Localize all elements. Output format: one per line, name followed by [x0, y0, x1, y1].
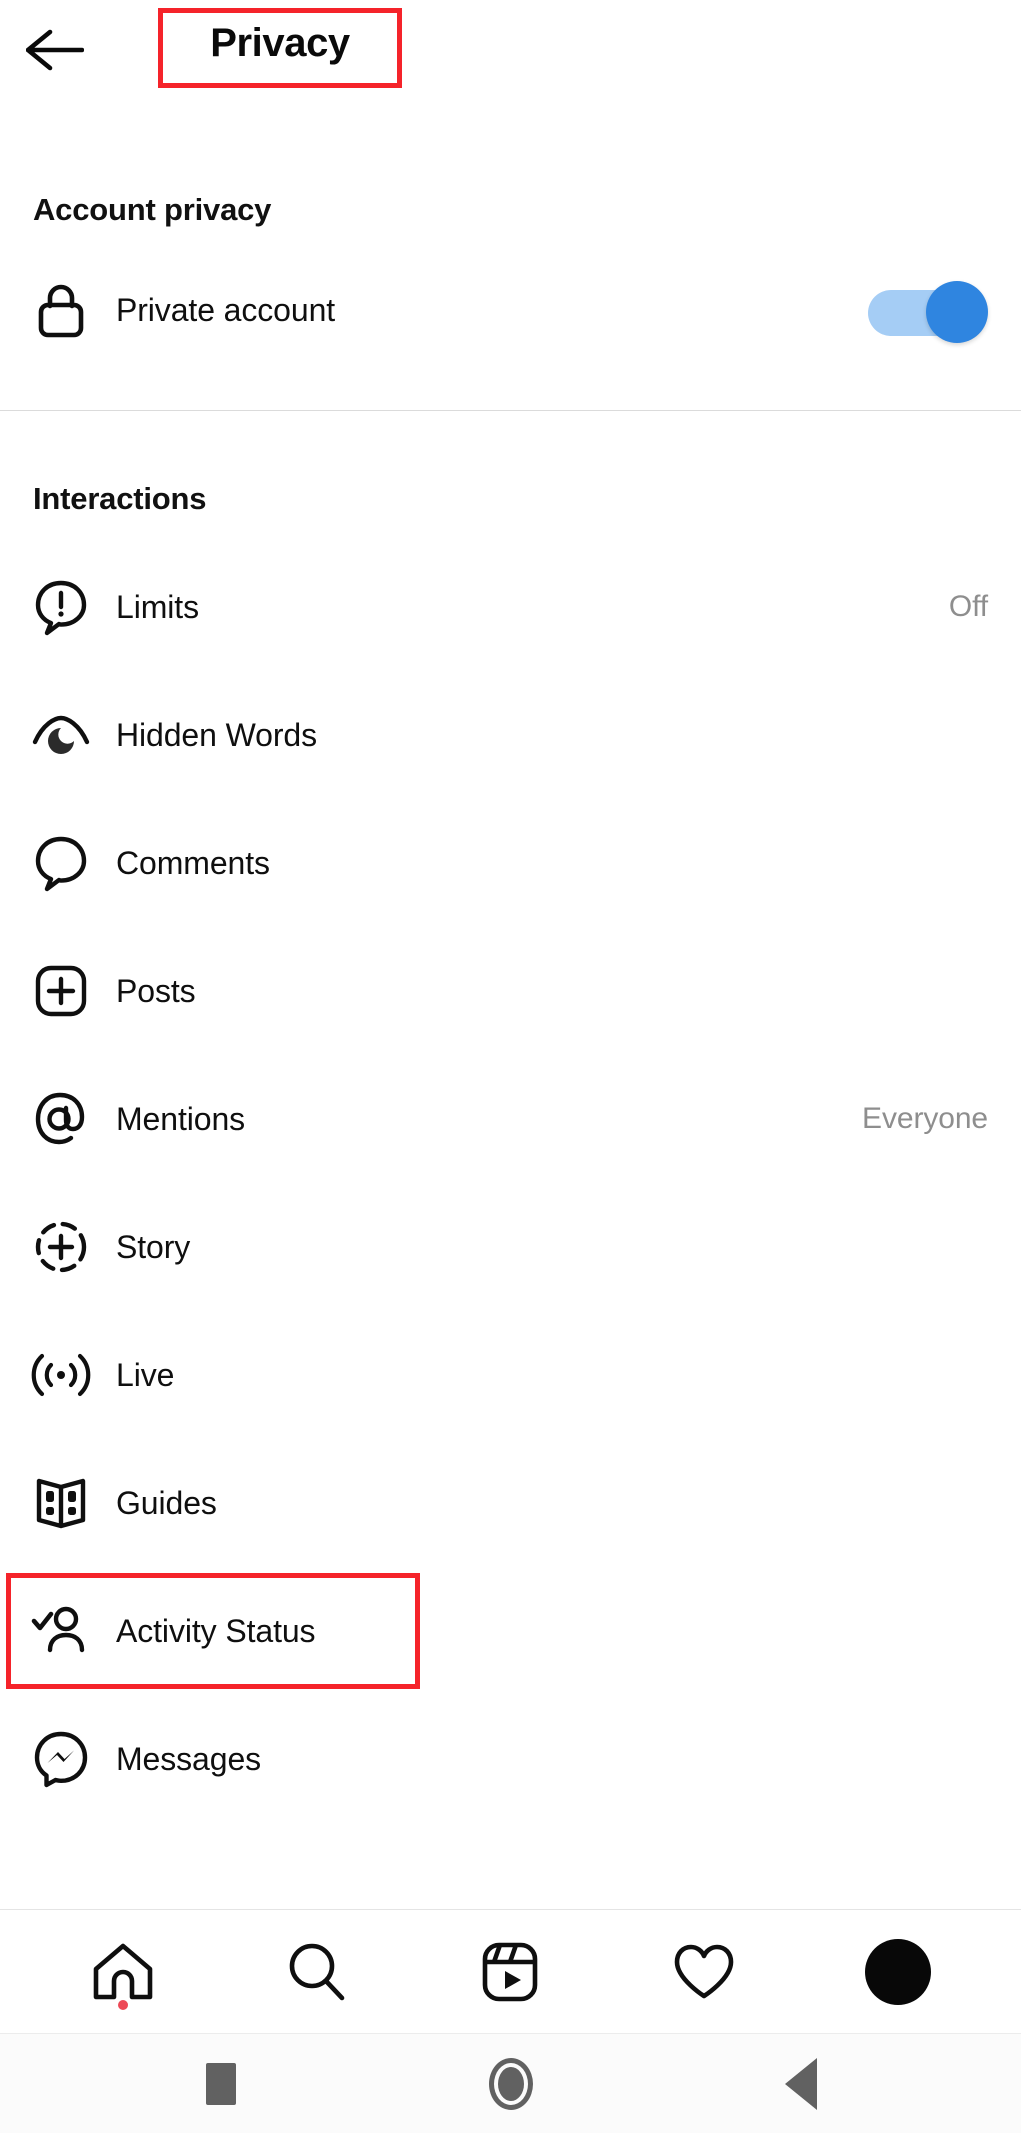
plus-square-icon [33, 963, 89, 1019]
row-value: Off [948, 590, 988, 623]
toggle-thumb [926, 281, 988, 343]
screen-header: Privacy [0, 0, 1021, 100]
row-guides[interactable]: Guides [0, 1439, 1021, 1567]
triangle-left-icon [784, 2057, 817, 2110]
row-label: Messages [116, 1740, 262, 1777]
home-badge-dot [117, 1999, 128, 2010]
arrow-left-icon [26, 28, 84, 72]
row-label: Hidden Words [116, 716, 317, 753]
circle-icon [488, 2057, 533, 2110]
row-private-account[interactable]: Private account [0, 250, 1021, 370]
row-messages[interactable]: Messages [0, 1695, 1021, 1823]
lock-icon [33, 282, 89, 338]
nav-profile[interactable] [843, 1922, 953, 2022]
section-title-interactions: Interactions [33, 481, 207, 516]
heart-icon [673, 1944, 735, 2000]
row-story[interactable]: Story [0, 1183, 1021, 1311]
row-label: Limits [116, 588, 199, 625]
back-button[interactable] [26, 19, 88, 81]
at-sign-icon [33, 1091, 89, 1147]
row-comments[interactable]: Comments [0, 799, 1021, 927]
hidden-words-icon [32, 707, 90, 763]
nav-activity[interactable] [649, 1922, 759, 2022]
system-back-button[interactable] [756, 2039, 846, 2129]
row-label: Posts [116, 972, 196, 1009]
row-label: Activity Status [116, 1612, 316, 1649]
guides-book-icon [33, 1475, 89, 1531]
row-label: Live [116, 1356, 175, 1393]
row-label: Private account [116, 291, 336, 328]
android-system-navigation [0, 2033, 1021, 2133]
system-home-button[interactable] [466, 2039, 556, 2129]
private-account-toggle[interactable] [868, 281, 988, 343]
bottom-navigation-bar [0, 1909, 1021, 2033]
row-label: Story [116, 1228, 191, 1265]
reels-icon [482, 1942, 538, 2002]
row-hidden-words[interactable]: Hidden Words [0, 671, 1021, 799]
square-icon [205, 2062, 236, 2105]
messenger-icon [33, 1731, 89, 1788]
settings-list: Account privacy Private account Interact… [0, 100, 1021, 1909]
row-live[interactable]: Live [0, 1311, 1021, 1439]
row-mentions[interactable]: Mentions Everyone [0, 1055, 1021, 1183]
system-recents-button[interactable] [176, 2039, 266, 2129]
row-label: Guides [116, 1484, 217, 1521]
row-posts[interactable]: Posts [0, 927, 1021, 1055]
nav-reels[interactable] [455, 1922, 565, 2022]
avatar-icon [865, 1938, 932, 2005]
page-title: Privacy [210, 21, 350, 65]
live-broadcast-icon [31, 1347, 91, 1403]
row-limits[interactable]: Limits Off [0, 543, 1021, 671]
search-icon [287, 1942, 347, 2002]
comment-bubble-icon [33, 835, 89, 892]
limits-icon [33, 579, 89, 636]
home-icon [92, 1943, 154, 2001]
row-value: Everyone [862, 1102, 988, 1135]
privacy-settings-screen: Privacy Account privacy Private account … [0, 0, 1021, 2133]
row-label: Comments [116, 844, 270, 881]
story-plus-icon [33, 1219, 89, 1275]
section-title-account-privacy: Account privacy [33, 192, 272, 227]
nav-search[interactable] [262, 1922, 372, 2022]
nav-home[interactable] [68, 1922, 178, 2022]
page-title-highlight: Privacy [158, 8, 402, 88]
row-label: Mentions [116, 1100, 246, 1137]
row-activity-status[interactable]: Activity Status [0, 1567, 1021, 1695]
person-check-icon [31, 1603, 89, 1659]
